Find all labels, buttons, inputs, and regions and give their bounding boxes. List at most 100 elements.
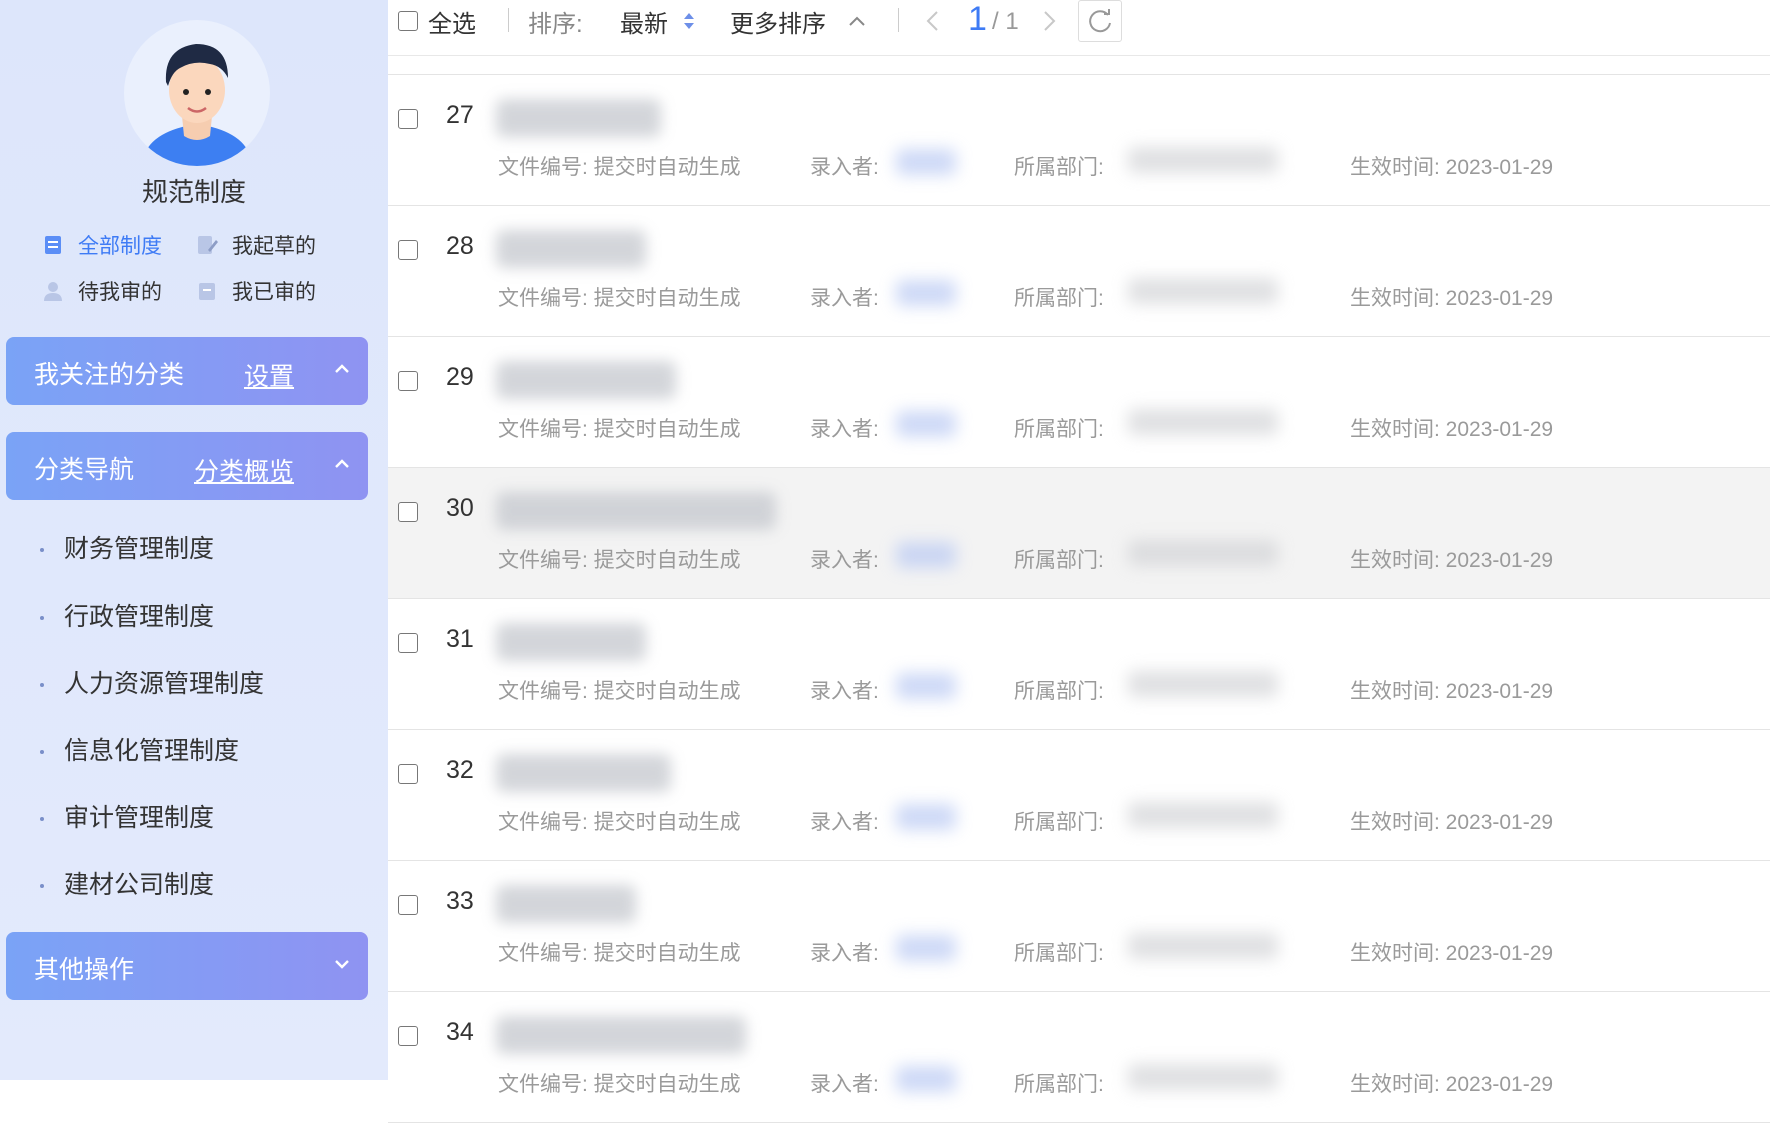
creator-label: 录入者: xyxy=(810,156,879,179)
category-item[interactable]: 行政管理制度 xyxy=(40,597,214,633)
chevron-up-icon[interactable] xyxy=(846,10,868,32)
divider xyxy=(898,8,899,32)
more-sort-button[interactable]: 更多排序 xyxy=(730,4,826,39)
list-item[interactable]: 33 文件编号: 提交时自动生成 录入者: 所属部门: 生效时间: 2023-0… xyxy=(388,861,1770,992)
creator-label: 录入者: xyxy=(810,811,879,834)
list-item[interactable]: 31 文件编号: 提交时自动生成 录入者: 所属部门: 生效时间: 2023-0… xyxy=(388,599,1770,730)
row-checkbox[interactable] xyxy=(398,109,418,129)
effective-date: 生效时间: 2023-01-29 xyxy=(1350,680,1554,703)
quick-link-pending[interactable]: 待我审的 xyxy=(42,276,162,306)
quick-link-label: 全部制度 xyxy=(78,235,162,258)
effective-date: 生效时间: 2023-01-29 xyxy=(1350,287,1554,310)
edit-doc-icon xyxy=(198,236,218,254)
sidebar: 规范制度 全部制度 我起草的 待我审的 我已审的 我关注的分类 设置 分类导航 … xyxy=(0,0,388,1080)
row-checkbox[interactable] xyxy=(398,633,418,653)
doc-number: 文件编号: 提交时自动生成 xyxy=(498,1073,741,1096)
effective-date: 生效时间: 2023-01-29 xyxy=(1350,811,1554,834)
effective-date: 生效时间: 2023-01-29 xyxy=(1350,1073,1554,1096)
redacted-title[interactable] xyxy=(496,361,676,399)
doc-number: 文件编号: 提交时自动生成 xyxy=(498,418,741,441)
chevron-up-icon[interactable] xyxy=(330,357,354,381)
quick-link-reviewed[interactable]: 我已审的 xyxy=(196,276,316,306)
redacted-title[interactable] xyxy=(496,99,661,137)
category-item[interactable]: 人力资源管理制度 xyxy=(40,664,264,700)
redacted-title[interactable] xyxy=(496,492,776,530)
sort-label: 排序: xyxy=(528,11,583,38)
bullet-icon xyxy=(40,884,44,889)
list-item[interactable]: 34 文件编号: 提交时自动生成 录入者: 所属部门: 生效时间: 2023-0… xyxy=(388,992,1770,1123)
bullet-icon xyxy=(40,750,44,755)
row-checkbox[interactable] xyxy=(398,895,418,915)
bullet-icon xyxy=(40,817,44,822)
followed-categories-panel[interactable]: 我关注的分类 设置 xyxy=(6,337,368,405)
select-all-checkbox[interactable] xyxy=(398,6,418,34)
category-label: 财务管理制度 xyxy=(64,535,215,563)
user-avatar-icon xyxy=(142,44,252,166)
sort-dropdown[interactable]: 最新 xyxy=(620,4,668,39)
quick-link-all[interactable]: 全部制度 xyxy=(42,230,162,260)
dept-label: 所属部门: xyxy=(1014,942,1104,965)
category-label: 审计管理制度 xyxy=(64,804,215,832)
row-checkbox[interactable] xyxy=(398,240,418,260)
row-number: 28 xyxy=(446,232,474,260)
redacted-creator xyxy=(896,673,956,699)
bullet-icon xyxy=(40,548,44,553)
creator-label: 录入者: xyxy=(810,418,879,441)
panel-title: 分类导航 xyxy=(34,456,135,484)
category-label: 建材公司制度 xyxy=(64,871,215,899)
creator-label: 录入者: xyxy=(810,680,879,703)
redacted-department xyxy=(1128,802,1278,828)
redacted-title[interactable] xyxy=(496,623,646,661)
list-toolbar: 全选 排序: 最新 更多排序 1 / 1 xyxy=(388,0,1770,56)
row-checkbox[interactable] xyxy=(398,764,418,784)
quick-link-label: 我已审的 xyxy=(232,281,316,304)
divider xyxy=(508,8,509,32)
category-nav-panel[interactable]: 分类导航 分类概览 xyxy=(6,432,368,500)
category-overview-link[interactable]: 分类概览 xyxy=(194,452,294,488)
list-item[interactable]: 27 文件编号: 提交时自动生成 录入者: 所属部门: 生效时间: 2023-0… xyxy=(388,75,1770,206)
quick-link-drafted[interactable]: 我起草的 xyxy=(196,230,316,260)
redacted-title[interactable] xyxy=(496,754,671,792)
redacted-creator xyxy=(896,149,956,175)
settings-link[interactable]: 设置 xyxy=(244,357,294,393)
redacted-department xyxy=(1128,540,1278,566)
row-checkbox[interactable] xyxy=(398,1026,418,1046)
category-item[interactable]: 建材公司制度 xyxy=(40,865,214,901)
redacted-creator xyxy=(896,804,956,830)
category-item[interactable]: 财务管理制度 xyxy=(40,529,214,565)
dept-label: 所属部门: xyxy=(1014,811,1104,834)
row-checkbox[interactable] xyxy=(398,502,418,522)
redacted-creator xyxy=(896,935,956,961)
sort-toggle-icon[interactable] xyxy=(682,10,696,32)
row-checkbox[interactable] xyxy=(398,371,418,391)
current-page: 1 xyxy=(968,0,987,38)
next-page-icon[interactable] xyxy=(1038,8,1060,34)
select-all-label[interactable]: 全选 xyxy=(428,4,476,39)
effective-date: 生效时间: 2023-01-29 xyxy=(1350,156,1554,179)
panel-title: 我关注的分类 xyxy=(34,361,185,389)
redacted-department xyxy=(1128,278,1278,304)
list-item[interactable]: 29 文件编号: 提交时自动生成 录入者: 所属部门: 生效时间: 2023-0… xyxy=(388,337,1770,468)
category-item[interactable]: 信息化管理制度 xyxy=(40,731,239,767)
redacted-title[interactable] xyxy=(496,885,636,923)
creator-label: 录入者: xyxy=(810,942,879,965)
document-list: 27 文件编号: 提交时自动生成 录入者: 所属部门: 生效时间: 2023-0… xyxy=(388,74,1770,1123)
list-item[interactable]: 30 文件编号: 提交时自动生成 录入者: 所属部门: 生效时间: 2023-0… xyxy=(388,468,1770,599)
category-item[interactable]: 审计管理制度 xyxy=(40,798,214,834)
prev-page-icon[interactable] xyxy=(922,8,944,34)
doc-number: 文件编号: 提交时自动生成 xyxy=(498,156,741,179)
redacted-title[interactable] xyxy=(496,230,646,268)
list-item[interactable]: 32 文件编号: 提交时自动生成 录入者: 所属部门: 生效时间: 2023-0… xyxy=(388,730,1770,861)
row-number: 34 xyxy=(446,1018,474,1046)
effective-date: 生效时间: 2023-01-29 xyxy=(1350,942,1554,965)
chevron-up-icon[interactable] xyxy=(330,452,354,476)
redacted-title[interactable] xyxy=(496,1016,746,1054)
doc-number: 文件编号: 提交时自动生成 xyxy=(498,287,741,310)
chevron-down-icon[interactable] xyxy=(330,952,354,976)
list-item[interactable]: 28 文件编号: 提交时自动生成 录入者: 所属部门: 生效时间: 2023-0… xyxy=(388,206,1770,337)
dept-label: 所属部门: xyxy=(1014,287,1104,310)
refresh-button[interactable] xyxy=(1078,0,1122,42)
other-actions-panel[interactable]: 其他操作 xyxy=(6,932,368,1000)
category-label: 人力资源管理制度 xyxy=(64,670,265,698)
row-number: 32 xyxy=(446,756,474,784)
